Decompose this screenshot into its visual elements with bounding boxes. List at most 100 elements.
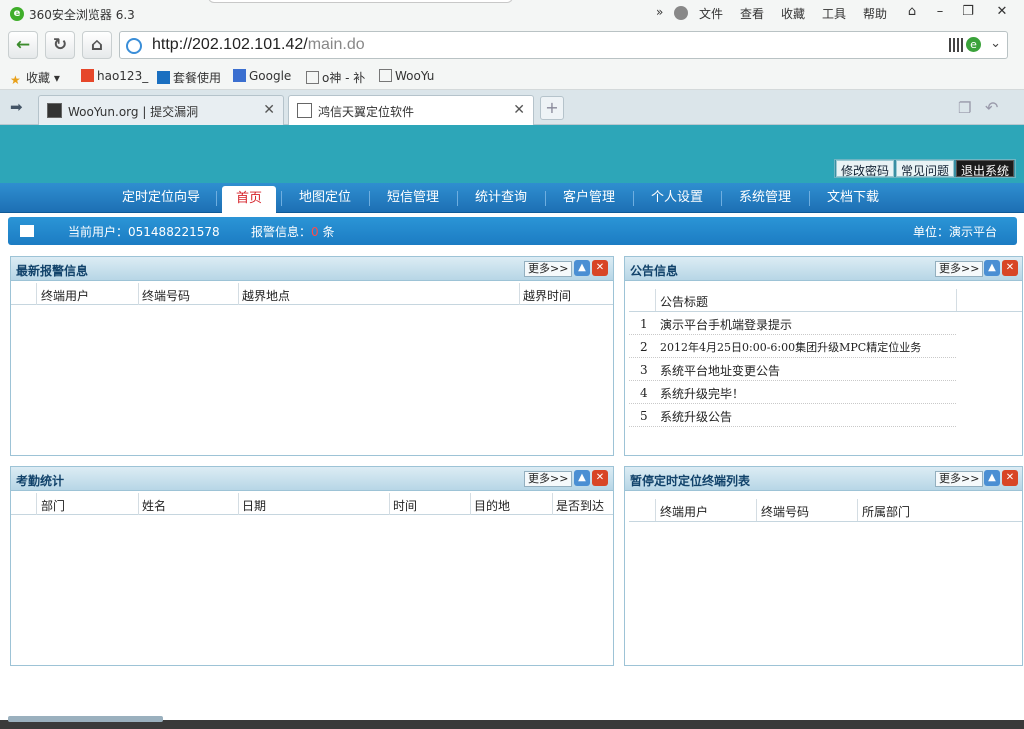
nav-statistics[interactable]: 统计查询 <box>463 183 539 213</box>
nav-downloads[interactable]: 文档下载 <box>815 183 891 213</box>
logout-button[interactable]: 退出系统 <box>955 160 1014 178</box>
notice-title[interactable]: 2012年4月25日0:00-6:00集团升级MPC精定位业务 <box>660 339 921 355</box>
col-terminal-number[interactable]: 终端号码 <box>142 287 190 304</box>
list-item[interactable]: 1 演示平台手机端登录提示 <box>629 312 956 335</box>
horizontal-scrollbar[interactable] <box>8 716 163 722</box>
list-item[interactable]: 3 系统平台地址变更公告 <box>629 358 956 381</box>
bookmark-favorites[interactable]: ★ 收藏 ▾ <box>10 69 60 87</box>
tab-close-icon[interactable]: ✕ <box>263 102 275 118</box>
undo-close-icon[interactable]: ↶ <box>985 98 998 117</box>
col-name[interactable]: 姓名 <box>142 497 166 514</box>
bookmark-hao123[interactable]: hao123_ <box>81 69 148 83</box>
table-header: 部门 姓名 日期 时间 目的地 是否到达 <box>11 493 613 515</box>
col-terminal-user[interactable]: 终端用户 <box>660 503 708 520</box>
panel-title: 最新报警信息 <box>16 264 89 278</box>
nav-divider <box>216 191 217 206</box>
hao123-icon <box>81 69 94 82</box>
table-header: 公告标题 <box>629 289 1022 312</box>
col-boundary-location[interactable]: 越界地点 <box>242 287 290 304</box>
close-icon[interactable]: ✕ <box>1002 260 1018 276</box>
tab-wooyun[interactable]: WooYun.org | 提交漏洞 ✕ <box>38 95 284 125</box>
list-item[interactable]: 2 2012年4月25日0:00-6:00集团升级MPC精定位业务 <box>629 335 956 358</box>
collapse-icon[interactable]: ▲ <box>984 260 1000 276</box>
minimize-icon[interactable]: – <box>928 2 952 22</box>
close-icon[interactable]: ✕ <box>1002 470 1018 486</box>
nav-personal-settings[interactable]: 个人设置 <box>639 183 715 213</box>
panel-header: 公告信息 更多>> ▲ ✕ <box>625 257 1022 281</box>
menu-help[interactable]: 帮助 <box>863 5 887 22</box>
engine-icon[interactable]: e <box>966 37 981 52</box>
user-avatar-icon[interactable] <box>674 6 688 20</box>
address-bar[interactable]: http://202.102.101.42/main.do e ⌄ <box>119 31 1008 59</box>
menu-view[interactable]: 查看 <box>740 5 764 22</box>
notice-panel: 公告信息 更多>> ▲ ✕ 公告标题 1 演示平台手机端登录提示 2 2012年4月… <box>624 256 1023 456</box>
paused-terminals-panel: 暂停定时定位终端列表 更多>> ▲ ✕ 终端用户 终端号码 所属部门 <box>624 466 1023 666</box>
tab-close-icon[interactable]: ✕ <box>513 102 525 118</box>
window-close-icon[interactable]: ✕ <box>990 2 1014 22</box>
menu-tools[interactable]: 工具 <box>822 5 846 22</box>
status-info-bar: 当前用户：051488221578 报警信息：0 条 单位：演示平台 <box>8 217 1017 245</box>
close-icon[interactable]: ✕ <box>592 470 608 486</box>
bookmark-package[interactable]: 套餐使用 <box>157 69 221 86</box>
bookmark-wooyun[interactable]: WooYu <box>379 69 434 83</box>
qrcode-icon[interactable] <box>949 38 963 52</box>
menu-file[interactable]: 文件 <box>699 5 723 22</box>
col-time[interactable]: 时间 <box>393 497 417 514</box>
nav-map-location[interactable]: 地图定位 <box>287 183 363 213</box>
bookmark-google[interactable]: Google <box>233 69 291 83</box>
list-item[interactable]: 5 系统升级公告 <box>629 404 956 427</box>
star-icon: ★ <box>10 73 21 87</box>
col-date[interactable]: 日期 <box>242 497 266 514</box>
menu-favorites[interactable]: 收藏 <box>781 5 805 22</box>
col-arrived[interactable]: 是否到达 <box>556 497 604 514</box>
dropdown-icon[interactable]: ⌄ <box>990 36 1001 51</box>
refresh-button[interactable]: ↻ <box>45 31 75 59</box>
col-notice-title[interactable]: 公告标题 <box>660 293 708 310</box>
tab-list-icon[interactable]: ❐ <box>958 99 971 117</box>
col-boundary-time[interactable]: 越界时间 <box>523 287 571 304</box>
alarm-panel: 最新报警信息 更多>> ▲ ✕ 终端用户 终端号码 越界地点 越界时间 <box>10 256 614 456</box>
collapse-icon[interactable]: ▲ <box>574 260 590 276</box>
notice-title[interactable]: 系统平台地址变更公告 <box>660 362 780 379</box>
bookmark-oshen[interactable]: o神 - 补 <box>306 69 365 86</box>
notice-title[interactable]: 系统升级公告 <box>660 408 732 425</box>
more-button[interactable]: 更多>> <box>524 261 573 277</box>
nav-sms[interactable]: 短信管理 <box>375 183 451 213</box>
wooyun-favicon-icon <box>47 103 62 118</box>
col-destination[interactable]: 目的地 <box>474 497 510 514</box>
sidebar-toggle-icon[interactable]: ➡ <box>10 98 23 116</box>
notice-title[interactable]: 系统升级完毕！ <box>660 385 744 402</box>
collapse-icon[interactable]: ▲ <box>574 470 590 486</box>
col-terminal-number[interactable]: 终端号码 <box>761 503 809 520</box>
faq-button[interactable]: 常见问题 <box>895 160 954 178</box>
site-icon <box>126 38 142 54</box>
more-button[interactable]: 更多>> <box>524 471 573 487</box>
restore-icon[interactable]: ❐ <box>956 2 980 22</box>
nav-home[interactable]: 首页 <box>222 186 276 213</box>
notice-title[interactable]: 演示平台手机端登录提示 <box>660 316 792 333</box>
back-button[interactable]: ← <box>8 31 38 59</box>
close-icon[interactable]: ✕ <box>592 260 608 276</box>
menu-toggle-icon[interactable] <box>20 225 34 237</box>
url-text[interactable]: http://202.102.101.42/main.do <box>152 36 365 54</box>
more-button[interactable]: 更多>> <box>935 261 984 277</box>
home-button[interactable]: ⌂ <box>82 31 112 59</box>
collapse-icon[interactable]: ▲ <box>984 470 1000 486</box>
col-department[interactable]: 部门 <box>41 497 65 514</box>
list-item[interactable]: 4 系统升级完毕！ <box>629 381 956 404</box>
menu-more-icon[interactable]: » <box>656 5 663 19</box>
col-terminal-user[interactable]: 终端用户 <box>41 287 89 304</box>
nav-customers[interactable]: 客户管理 <box>551 183 627 213</box>
address-toolbar: ← ↻ ⌂ http://202.102.101.42/main.do e ⌄ <box>0 27 1024 63</box>
change-password-button[interactable]: 修改密码 <box>835 160 894 178</box>
row-number: 2 <box>640 340 648 354</box>
skin-icon[interactable]: ⌂ <box>900 2 924 22</box>
col-department[interactable]: 所属部门 <box>862 503 910 520</box>
panel-title: 考勤统计 <box>16 474 65 488</box>
nav-timed-location-wizard[interactable]: 定时定位向导 <box>110 183 212 213</box>
tab-location-software[interactable]: 鸿信天翼定位软件 ✕ <box>288 95 534 125</box>
more-button[interactable]: 更多>> <box>935 471 984 487</box>
nav-system[interactable]: 系统管理 <box>727 183 803 213</box>
col-divider <box>238 493 239 515</box>
new-tab-button[interactable]: + <box>540 96 564 120</box>
